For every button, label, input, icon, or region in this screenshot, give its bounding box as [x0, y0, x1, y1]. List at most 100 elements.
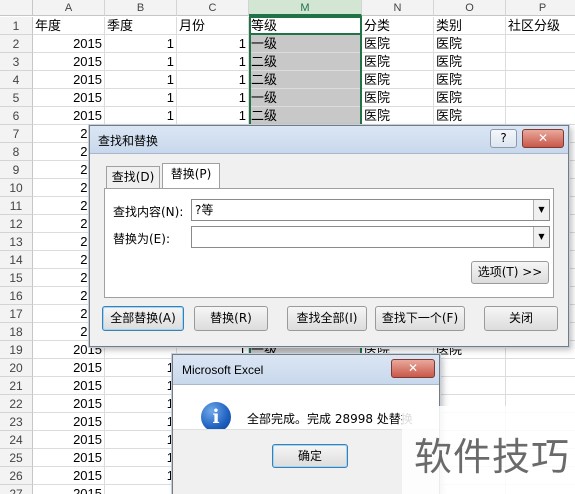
table-cell[interactable]: 医院 [362, 89, 434, 107]
table-cell[interactable]: 2015 [33, 413, 105, 431]
table-cell[interactable] [506, 89, 575, 107]
find-next-button[interactable]: 查找下一个(F) [375, 306, 465, 331]
chevron-down-icon[interactable]: ▼ [533, 227, 549, 247]
header-cell[interactable]: 等级 [249, 17, 362, 35]
table-cell[interactable]: 1 [105, 467, 177, 485]
row-header-23[interactable]: 23 [0, 413, 33, 431]
table-cell[interactable]: 1 [105, 449, 177, 467]
row-header-14[interactable]: 14 [0, 251, 33, 269]
row-header-21[interactable]: 21 [0, 377, 33, 395]
table-cell[interactable]: 1 [105, 413, 177, 431]
table-cell[interactable]: 2015 [33, 467, 105, 485]
row-header-22[interactable]: 22 [0, 395, 33, 413]
tab-replace[interactable]: 替换(P) [162, 163, 220, 188]
table-cell[interactable]: 2015 [33, 35, 105, 53]
table-cell[interactable]: 1 [177, 71, 249, 89]
row-header-17[interactable]: 17 [0, 305, 33, 323]
table-cell[interactable]: 1 [105, 71, 177, 89]
help-button[interactable]: ? [490, 129, 517, 148]
column-header-p[interactable]: P [506, 0, 575, 16]
table-cell[interactable]: 1 [105, 35, 177, 53]
row-header-3[interactable]: 3 [0, 53, 33, 71]
row-header-18[interactable]: 18 [0, 323, 33, 341]
table-cell[interactable]: 医院 [362, 35, 434, 53]
row-header-12[interactable]: 12 [0, 215, 33, 233]
table-cell[interactable] [506, 377, 575, 395]
row-header-1[interactable]: 1 [0, 17, 33, 35]
row-header-24[interactable]: 24 [0, 431, 33, 449]
header-cell[interactable]: 年度 [33, 17, 105, 35]
table-cell[interactable]: 1 [177, 89, 249, 107]
table-cell[interactable]: 1 [105, 107, 177, 125]
table-cell[interactable]: 1 [105, 395, 177, 413]
table-cell[interactable]: 2015 [33, 449, 105, 467]
find-what-input[interactable]: ?等 ▼ [191, 199, 550, 221]
row-header-20[interactable]: 20 [0, 359, 33, 377]
table-cell[interactable]: 二级 [249, 107, 362, 125]
select-all-corner[interactable] [0, 0, 33, 16]
table-cell[interactable] [434, 359, 506, 377]
row-header-16[interactable]: 16 [0, 287, 33, 305]
table-cell[interactable]: 二级 [249, 53, 362, 71]
table-cell[interactable]: 二级 [249, 71, 362, 89]
close-icon[interactable]: ✕ [522, 129, 564, 148]
row-header-13[interactable]: 13 [0, 233, 33, 251]
table-cell[interactable]: 2015 [33, 53, 105, 71]
table-cell[interactable] [506, 359, 575, 377]
table-cell[interactable]: 1 [177, 107, 249, 125]
header-cell[interactable]: 季度 [105, 17, 177, 35]
close-icon[interactable]: ✕ [391, 359, 435, 378]
replace-with-input[interactable]: ▼ [191, 226, 550, 248]
table-cell[interactable]: 1 [105, 359, 177, 377]
find-all-button[interactable]: 查找全部(I) [287, 306, 367, 331]
table-cell[interactable] [506, 53, 575, 71]
table-cell[interactable]: 2015 [33, 377, 105, 395]
table-cell[interactable]: 2015 [33, 395, 105, 413]
table-cell[interactable]: 1 [105, 89, 177, 107]
table-cell[interactable]: 医院 [434, 89, 506, 107]
table-cell[interactable]: 医院 [434, 35, 506, 53]
ok-button[interactable]: 确定 [272, 444, 348, 468]
column-header-o[interactable]: O [434, 0, 506, 16]
table-cell[interactable] [434, 377, 506, 395]
table-cell[interactable]: 医院 [362, 53, 434, 71]
row-header-15[interactable]: 15 [0, 269, 33, 287]
table-cell[interactable]: 一级 [249, 89, 362, 107]
table-cell[interactable] [506, 35, 575, 53]
row-header-7[interactable]: 7 [0, 125, 33, 143]
row-header-2[interactable]: 2 [0, 35, 33, 53]
options-button[interactable]: 选项(T) >> [471, 261, 549, 284]
find-replace-titlebar[interactable]: 查找和替换 ? ✕ [90, 126, 568, 154]
table-cell[interactable]: 2015 [33, 89, 105, 107]
row-header-8[interactable]: 8 [0, 143, 33, 161]
row-header-27[interactable]: 27 [0, 485, 33, 494]
table-cell[interactable]: 医院 [434, 53, 506, 71]
table-cell[interactable]: 1 [177, 53, 249, 71]
column-header-c[interactable]: C [177, 0, 249, 16]
column-header-b[interactable]: B [105, 0, 177, 16]
table-cell[interactable]: 一级 [249, 35, 362, 53]
row-header-25[interactable]: 25 [0, 449, 33, 467]
row-header-26[interactable]: 26 [0, 467, 33, 485]
column-header-m[interactable]: M [249, 0, 362, 16]
table-cell[interactable]: 医院 [434, 107, 506, 125]
row-header-6[interactable]: 6 [0, 107, 33, 125]
row-header-5[interactable]: 5 [0, 89, 33, 107]
table-cell[interactable]: 医院 [434, 71, 506, 89]
header-cell[interactable]: 分类 [362, 17, 434, 35]
table-cell[interactable]: 2015 [33, 71, 105, 89]
table-cell[interactable]: 2015 [33, 485, 105, 494]
table-cell[interactable]: 医院 [362, 107, 434, 125]
tab-find[interactable]: 查找(D) [106, 166, 160, 188]
table-cell[interactable]: 1 [177, 35, 249, 53]
table-cell[interactable]: 2015 [33, 359, 105, 377]
chevron-down-icon[interactable]: ▼ [533, 200, 549, 220]
replace-all-button[interactable]: 全部替换(A) [102, 306, 184, 331]
column-header-n[interactable]: N [362, 0, 434, 16]
message-box-titlebar[interactable]: Microsoft Excel ✕ [173, 355, 439, 385]
header-cell[interactable]: 月份 [177, 17, 249, 35]
row-header-9[interactable]: 9 [0, 161, 33, 179]
close-button[interactable]: 关闭 [484, 306, 558, 331]
table-cell[interactable] [105, 485, 177, 494]
column-header-a[interactable]: A [33, 0, 105, 16]
